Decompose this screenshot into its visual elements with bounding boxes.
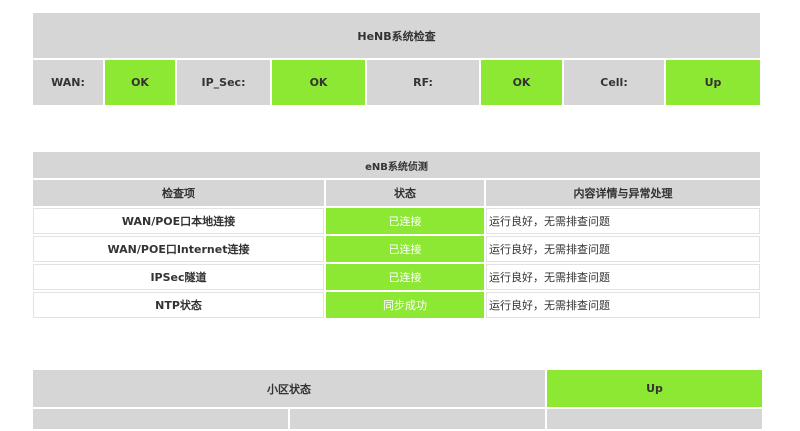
row-detail: 运行良好，无需排查问题	[484, 290, 762, 320]
col-header-status: 状态	[324, 178, 486, 208]
cell-status-table: 小区状态 Up	[31, 368, 764, 431]
row-detail: 运行良好，无需排查问题	[484, 234, 762, 264]
cell-label: Cell:	[562, 58, 666, 107]
enb-detection-table: eNB系统侦测 检查项 状态 内容详情与异常处理 WAN/POE口本地连接 已连…	[31, 150, 762, 320]
table-row: NTP状态 同步成功 运行良好，无需排查问题	[31, 290, 762, 320]
ipsec-status: OK	[270, 58, 367, 107]
row-item: WAN/POE口本地连接	[31, 206, 326, 236]
rf-status: OK	[479, 58, 564, 107]
cell-status-title: 小区状态	[31, 368, 547, 409]
row-status: 已连接	[324, 206, 486, 236]
cell-sub-cell	[31, 407, 290, 431]
rf-label: RF:	[365, 58, 481, 107]
table-row: IPSec隧道 已连接 运行良好，无需排查问题	[31, 262, 762, 292]
table-row: WAN/POE口本地连接 已连接 运行良好，无需排查问题	[31, 206, 762, 236]
henb-title: HeNB系统检查	[30, 11, 763, 60]
wan-label: WAN:	[31, 58, 105, 107]
wan-status: OK	[103, 58, 177, 107]
row-item: NTP状态	[31, 290, 326, 320]
row-status: 已连接	[324, 234, 486, 264]
cell-status-value: Up	[545, 368, 764, 409]
ipsec-label: IP_Sec:	[175, 58, 272, 107]
table-row: WAN/POE口Internet连接 已连接 运行良好，无需排查问题	[31, 234, 762, 264]
henb-check-table: HeNB系统检查 WAN: OK IP_Sec: OK RF: OK Cell:…	[30, 11, 763, 107]
row-detail: 运行良好，无需排查问题	[484, 206, 762, 236]
cell-status: Up	[663, 58, 763, 107]
row-status: 已连接	[324, 262, 486, 292]
row-status: 同步成功	[324, 290, 486, 320]
cell-sub-cell	[288, 407, 547, 431]
cell-sub-cell	[545, 407, 764, 431]
col-header-item: 检查项	[31, 178, 326, 208]
row-item: WAN/POE口Internet连接	[31, 234, 326, 264]
enb-title: eNB系统侦测	[31, 150, 762, 180]
row-detail: 运行良好，无需排查问题	[484, 262, 762, 292]
row-item: IPSec隧道	[31, 262, 326, 292]
col-header-detail: 内容详情与异常处理	[484, 178, 762, 208]
